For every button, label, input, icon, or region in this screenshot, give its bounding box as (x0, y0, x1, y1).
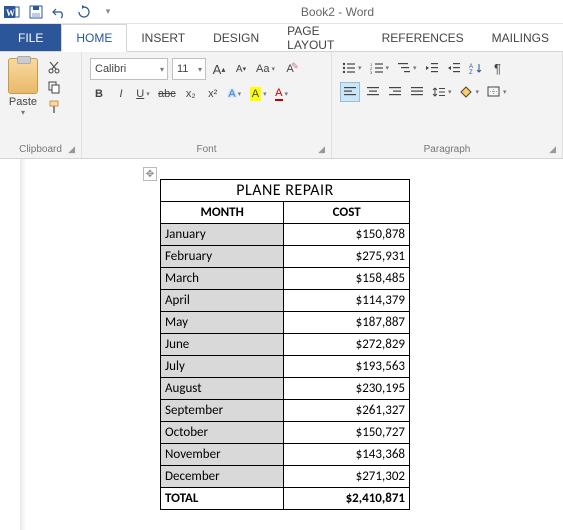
table-row: $187,887 (284, 312, 410, 334)
svg-text:Z: Z (469, 70, 473, 74)
tab-home[interactable]: HOME (61, 24, 127, 52)
table-row: April (161, 290, 284, 312)
tab-insert[interactable]: INSERT (127, 24, 199, 51)
tab-design[interactable]: DESIGN (199, 24, 273, 51)
table-header-cost: COST (284, 202, 410, 224)
table-row: $271,302 (284, 466, 410, 488)
table-row: $230,195 (284, 378, 410, 400)
table-row: $261,327 (284, 400, 410, 422)
redo-icon[interactable] (76, 4, 92, 20)
clipboard-group-label: Clipboard (19, 144, 62, 155)
table-row: March (161, 268, 284, 290)
justify-button[interactable] (408, 82, 426, 102)
table-row: $114,379 (284, 290, 410, 312)
plane-repair-table[interactable]: PLANE REPAIR MONTH COST January$150,878 … (160, 179, 410, 510)
table-row: $143,368 (284, 444, 410, 466)
undo-icon[interactable] (52, 4, 68, 20)
cut-icon[interactable] (46, 60, 62, 74)
subscript-button[interactable]: x₂ (182, 84, 200, 104)
tab-mailings[interactable]: MAILINGS (478, 24, 563, 51)
table-row: November (161, 444, 284, 466)
save-icon[interactable] (28, 4, 44, 20)
borders-button[interactable] (485, 82, 509, 102)
window-title: Book2 - Word (116, 5, 559, 19)
paragraph-group-label: Paragraph (424, 144, 471, 155)
table-total-label: TOTAL (161, 488, 284, 510)
table-row: $150,727 (284, 422, 410, 444)
increase-indent-button[interactable] (445, 58, 463, 78)
table-row: $275,931 (284, 246, 410, 268)
decrease-indent-button[interactable] (423, 58, 441, 78)
font-family-select[interactable]: Calibri (90, 58, 168, 80)
underline-button[interactable]: U (134, 84, 152, 104)
paragraph-launcher-icon[interactable]: ◢ (549, 144, 556, 155)
bullets-button[interactable] (340, 58, 364, 78)
font-size-select[interactable]: 11 (172, 58, 206, 80)
copy-icon[interactable] (46, 80, 62, 94)
align-right-button[interactable] (386, 82, 404, 102)
paste-label: Paste (9, 96, 37, 108)
svg-text:W: W (6, 8, 15, 18)
paste-button[interactable]: Paste ▾ (4, 54, 42, 117)
change-case-button[interactable]: Aa (254, 59, 277, 79)
italic-button[interactable]: I (112, 84, 130, 104)
align-left-button[interactable] (340, 82, 360, 102)
tab-references[interactable]: REFERENCES (368, 24, 478, 51)
table-row: October (161, 422, 284, 444)
table-row: February (161, 246, 284, 268)
table-title: PLANE REPAIR (161, 180, 410, 202)
table-row: August (161, 378, 284, 400)
table-row: $158,485 (284, 268, 410, 290)
shading-button[interactable] (458, 82, 482, 102)
shrink-font-button[interactable]: A▾ (232, 59, 250, 79)
align-center-button[interactable] (364, 82, 382, 102)
table-row: June (161, 334, 284, 356)
clipboard-launcher-icon[interactable]: ◢ (68, 144, 75, 155)
bold-button[interactable]: B (90, 84, 108, 104)
table-row: $272,829 (284, 334, 410, 356)
table-total-value: $2,410,871 (284, 488, 410, 510)
table-row: July (161, 356, 284, 378)
clear-formatting-button[interactable]: A✎ (281, 59, 299, 79)
qat-customize-icon[interactable]: ▾ (100, 4, 116, 20)
text-effects-button[interactable]: A (226, 84, 244, 104)
multilevel-list-button[interactable] (395, 58, 419, 78)
strikethrough-button[interactable]: abc (156, 84, 178, 104)
font-color-button[interactable]: A (273, 84, 291, 104)
tab-file[interactable]: FILE (0, 24, 61, 51)
tab-page-layout[interactable]: PAGE LAYOUT (273, 24, 367, 51)
sort-button[interactable]: AZ (467, 58, 485, 78)
grow-font-button[interactable]: A▴ (210, 59, 228, 79)
word-app-icon: W (4, 4, 20, 20)
font-group-label: Font (196, 144, 216, 155)
format-painter-icon[interactable] (46, 100, 62, 114)
paste-icon (8, 58, 38, 94)
highlight-button[interactable]: A (248, 84, 269, 104)
table-row: September (161, 400, 284, 422)
table-move-handle-icon[interactable]: ✥ (143, 167, 157, 181)
superscript-button[interactable]: x² (204, 84, 222, 104)
font-launcher-icon[interactable]: ◢ (318, 144, 325, 155)
svg-text:3: 3 (370, 70, 373, 74)
table-row: January (161, 224, 284, 246)
table-row: $150,878 (284, 224, 410, 246)
show-marks-button[interactable]: ¶ (489, 58, 507, 78)
table-row: $193,563 (284, 356, 410, 378)
numbering-button[interactable]: 123 (368, 58, 392, 78)
page-edge (20, 159, 26, 530)
line-spacing-button[interactable] (430, 82, 454, 102)
table-row: December (161, 466, 284, 488)
table-header-month: MONTH (161, 202, 284, 224)
table-row: May (161, 312, 284, 334)
